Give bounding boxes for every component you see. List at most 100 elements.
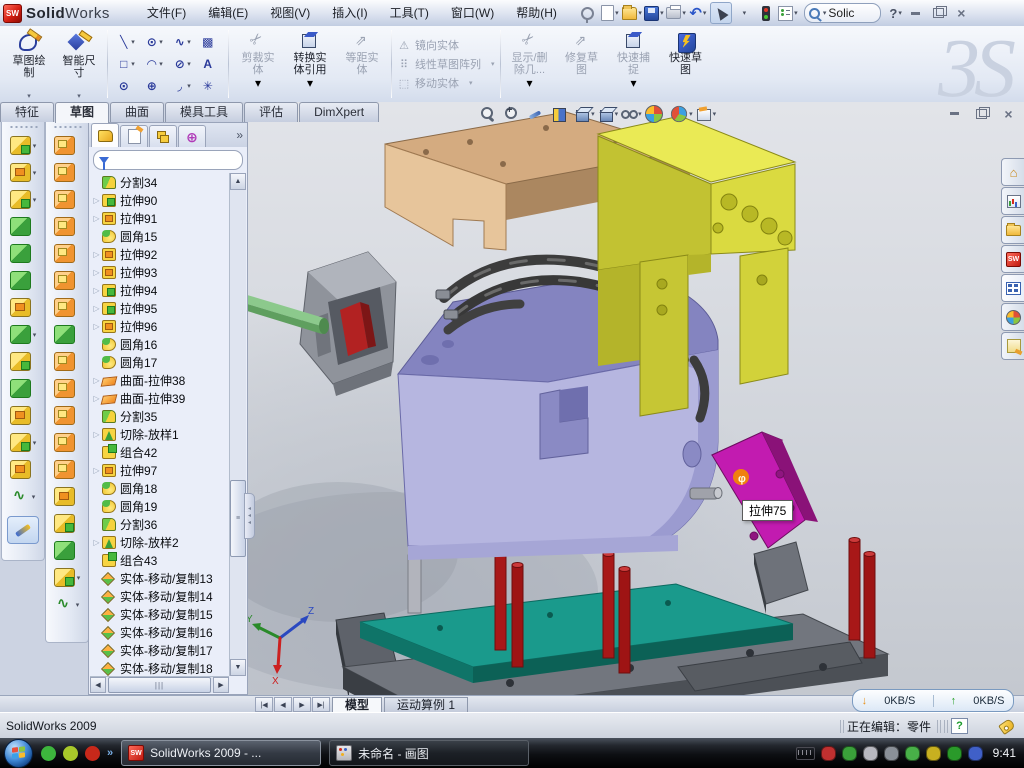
toolbar-button[interactable]: ▾ — [46, 483, 88, 510]
model-canvas[interactable]: φ Z Y X — [248, 102, 1024, 695]
help-button[interactable]: ? — [889, 6, 897, 21]
tree-item[interactable]: ▷ 拉伸93 — [91, 263, 229, 281]
antivirus-sphere-icon[interactable] — [63, 746, 78, 761]
user-status-icon[interactable] — [968, 746, 983, 761]
print-button[interactable]: ▾ — [666, 3, 686, 23]
ribbon-mid-button[interactable]: 剪裁实 体 ▾ — [232, 26, 284, 102]
hscroll-thumb[interactable]: ||| — [108, 677, 211, 693]
sketch-tool-button[interactable]: ⊘▾ — [169, 53, 195, 75]
tree-item[interactable]: ▷ 圆角18 — [91, 479, 229, 497]
tree-item[interactable]: ▷ 拉伸90 — [91, 191, 229, 209]
new-document-button[interactable]: ▾ — [600, 3, 620, 23]
prev-tab-button[interactable]: ◀ — [274, 697, 292, 712]
sketch-tool-button[interactable]: ✳▾ — [197, 75, 223, 97]
ribbon-right-button[interactable]: 快速草 图 ▾ — [660, 26, 712, 102]
toolbar-button[interactable]: ▾ — [2, 159, 44, 186]
toolbar-button[interactable]: ▾ — [46, 159, 88, 186]
ribbon-big-button[interactable]: 草图绘 制 ▾ — [4, 26, 54, 102]
toolbar-button[interactable]: ▾ — [2, 132, 44, 159]
hud-button[interactable]: ▾ — [480, 106, 501, 122]
menu-item[interactable]: 编辑(E) — [197, 2, 259, 24]
green-arrow-icon[interactable] — [905, 746, 920, 761]
start-button[interactable] — [4, 739, 33, 768]
shield-green-icon[interactable] — [842, 746, 857, 761]
doc-close-button[interactable]: × — [999, 106, 1018, 121]
toolbar-button[interactable]: ▾ — [46, 321, 88, 348]
ribbon-right-button[interactable]: 显示/删 除几... ▾ — [504, 26, 556, 102]
next-tab-button[interactable]: ▶ — [293, 697, 311, 712]
sketch-tool-button[interactable]: ◞▾ — [169, 75, 195, 97]
sketch-tool-button[interactable]: A▾ — [197, 53, 223, 75]
tree-item[interactable]: ▷ 拉伸94 — [91, 281, 229, 299]
toolbar-button[interactable]: ▾ — [2, 321, 44, 348]
part-post[interactable] — [408, 555, 421, 613]
minimize-button[interactable] — [906, 6, 925, 21]
toolbar-button[interactable]: ▾ — [46, 132, 88, 159]
task-pane-tab[interactable]: ⌂ — [1001, 158, 1024, 186]
restore-button[interactable] — [929, 6, 948, 21]
toolbar-button[interactable]: ▾ — [2, 348, 44, 375]
first-tab-button[interactable]: |◀ — [255, 697, 273, 712]
toolbar-button[interactable]: ▾ — [46, 510, 88, 537]
pin-icon[interactable] — [578, 3, 598, 23]
command-tab[interactable]: 草图 — [55, 102, 109, 123]
toolbar-button[interactable]: ▾ — [46, 240, 88, 267]
task-pane-tab[interactable] — [1001, 187, 1024, 215]
tag-icon[interactable] — [998, 717, 1016, 734]
toolbar-button[interactable]: ▾ — [46, 456, 88, 483]
tree-item[interactable]: ▷ 曲面-拉伸38 — [91, 371, 229, 389]
rebuild-button[interactable] — [756, 3, 776, 23]
toolbar-button[interactable]: ▾ — [46, 186, 88, 213]
scroll-right-button[interactable]: ▶ — [213, 677, 229, 693]
last-tab-button[interactable]: ▶| — [312, 697, 330, 712]
sketch-tool-button[interactable]: ◠▾ — [141, 53, 167, 75]
task-button[interactable]: 未命名 - 画图 — [329, 740, 529, 766]
undo-button[interactable]: ↶▾ — [688, 3, 708, 23]
tree-item[interactable]: ▷ 实体-移动/复制14 — [91, 587, 229, 605]
messenger-icon[interactable] — [41, 746, 56, 761]
toolbar-button[interactable]: ▾ — [2, 456, 44, 483]
task-pane-tab[interactable] — [1001, 332, 1024, 360]
tree-item[interactable]: ▷ 实体-移动/复制17 — [91, 641, 229, 659]
property-manager-tab[interactable] — [120, 125, 148, 147]
tree-item[interactable]: ▷ 实体-移动/复制16 — [91, 623, 229, 641]
hud-button[interactable]: ▾ — [670, 105, 693, 123]
ribbon-big-button[interactable]: 智能尺 寸 ▾ — [54, 26, 104, 102]
hud-button[interactable]: ▾ — [504, 106, 525, 122]
quick-tips-button[interactable]: ? — [951, 718, 968, 734]
panel-overflow-button[interactable]: » — [236, 128, 243, 142]
tree-item[interactable]: ▷ 分割36 — [91, 515, 229, 533]
toolbar-button[interactable]: ▾ — [2, 267, 44, 294]
select-tool-button[interactable] — [710, 2, 732, 24]
menu-item[interactable]: 文件(F) — [136, 2, 197, 24]
tree-item[interactable]: ▷ 圆角17 — [91, 353, 229, 371]
model-tab[interactable]: 模型 — [332, 697, 382, 713]
feature-manager-tab[interactable] — [91, 123, 119, 147]
task-pane-tab[interactable]: SW — [1001, 245, 1024, 273]
scroll-up-button[interactable]: ▲ — [230, 173, 246, 190]
hud-button[interactable]: ▾ — [621, 106, 642, 122]
sketch-tool-button[interactable]: ∿▾ — [169, 31, 195, 53]
hud-button[interactable]: ▾ — [598, 106, 619, 122]
search-input[interactable]: Solic — [828, 6, 872, 20]
solidworks-shortcut-icon[interactable] — [85, 746, 100, 761]
save-button[interactable]: ▾ — [644, 3, 664, 23]
command-tab[interactable]: 曲面 — [110, 102, 164, 122]
tree-vertical-scrollbar[interactable]: ▲ ≡ ▼ — [229, 173, 246, 676]
toolbar-button[interactable]: ▾ — [46, 348, 88, 375]
menu-item[interactable]: 插入(I) — [321, 2, 378, 24]
task-pane-tab[interactable] — [1001, 216, 1024, 244]
task-pane-tab[interactable] — [1001, 303, 1024, 331]
network-speed-widget[interactable]: ↓ 0KB/S ↑ 0KB/S — [852, 689, 1014, 712]
hud-button[interactable]: ▾ — [645, 105, 668, 123]
tree-item[interactable]: ▷ 拉伸96 — [91, 317, 229, 335]
badge-icon[interactable] — [863, 746, 878, 761]
tree-item[interactable]: ▷ 圆角15 — [91, 227, 229, 245]
task-pane-tab[interactable] — [1001, 274, 1024, 302]
security-alert-icon[interactable] — [821, 746, 836, 761]
model-tab[interactable]: 运动算例 1 — [384, 697, 468, 713]
shield-plus-icon[interactable] — [947, 746, 962, 761]
close-button[interactable]: × — [952, 6, 971, 21]
toolbar-grip[interactable] — [52, 124, 82, 130]
network-warning-icon[interactable] — [926, 746, 941, 761]
